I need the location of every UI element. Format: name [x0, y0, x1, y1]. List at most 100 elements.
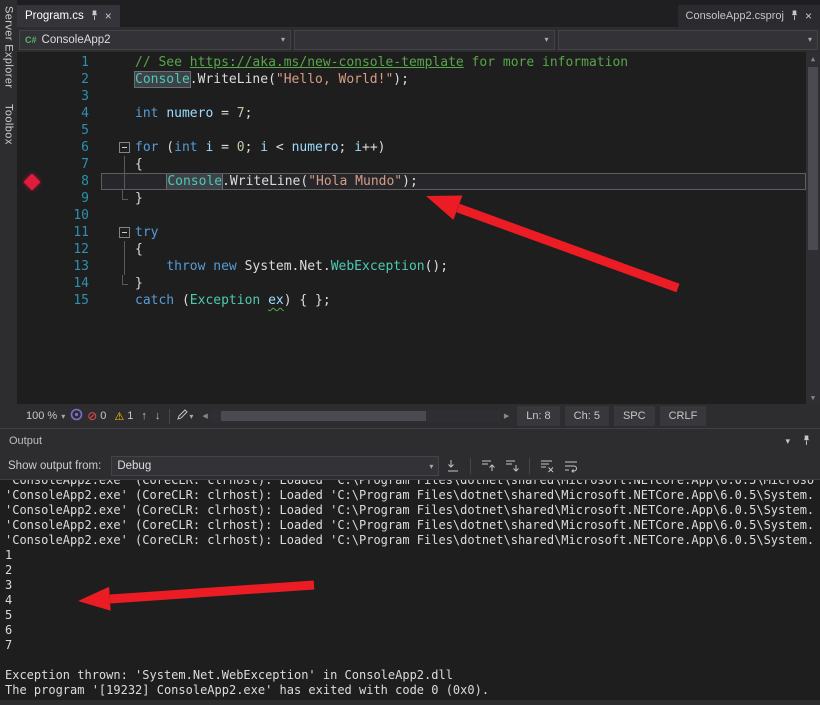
status-line-number[interactable]: Ln: 8	[517, 406, 559, 426]
code-line[interactable]: 14}	[17, 275, 806, 292]
scroll-right-icon[interactable]: ▶	[501, 412, 512, 420]
fold-gutter[interactable]	[101, 71, 135, 88]
code-text: {	[135, 156, 143, 173]
output-source-dropdown[interactable]: Debug ▾	[111, 456, 439, 476]
fold-gutter[interactable]	[101, 88, 135, 105]
breakpoint-margin[interactable]	[17, 190, 47, 207]
scrollbar-track[interactable]	[211, 410, 501, 422]
scrollbar-track[interactable]	[806, 65, 820, 391]
scroll-down-icon[interactable]: ▼	[806, 391, 820, 404]
code-text: throw new System.Net.WebException();	[135, 258, 448, 275]
code-line[interactable]: 15catch (Exception ex) { };	[17, 292, 806, 309]
word-wrap-icon[interactable]	[561, 456, 581, 476]
code-text: Console.WriteLine("Hello, World!");	[135, 71, 409, 88]
code-line[interactable]: 12{	[17, 241, 806, 258]
output-line: 'ConsoleApp2.exe' (CoreCLR: clrhost): Lo…	[5, 479, 820, 488]
code-line[interactable]: 4int numero = 7;	[17, 105, 806, 122]
code-line[interactable]: 2 Console.WriteLine("Hello, World!");	[17, 71, 806, 88]
breakpoint-margin[interactable]	[17, 105, 47, 122]
next-message-icon[interactable]	[502, 456, 522, 476]
breakpoint-margin[interactable]	[17, 241, 47, 258]
fold-gutter[interactable]	[101, 54, 135, 71]
code-line[interactable]: 3	[17, 88, 806, 105]
code-line[interactable]: 8 Console.WriteLine("Hola Mundo");	[17, 173, 806, 190]
breakpoint-margin[interactable]	[17, 224, 47, 241]
status-line-ending[interactable]: CRLF	[660, 406, 707, 426]
output-text[interactable]: 'ConsoleApp2.exe' (CoreCLR: clrhost): Lo…	[0, 479, 820, 700]
breakpoint-margin[interactable]	[17, 275, 47, 292]
previous-issue-icon[interactable]: ↑	[137, 410, 151, 422]
code-cleanup-icon[interactable]	[175, 408, 189, 425]
previous-message-icon[interactable]	[478, 456, 498, 476]
auto-hide-pin-icon[interactable]	[802, 434, 811, 448]
editor-vertical-scrollbar[interactable]: ▲ ▼	[806, 52, 820, 404]
code-line[interactable]: 7{	[17, 156, 806, 173]
fold-gutter[interactable]	[101, 156, 135, 173]
fold-gutter[interactable]	[101, 139, 135, 156]
error-count[interactable]: ⊘ 0	[83, 409, 110, 423]
pin-icon[interactable]	[90, 9, 99, 24]
close-icon[interactable]: ×	[805, 10, 812, 22]
fold-gutter[interactable]	[101, 224, 135, 241]
code-editor[interactable]: 1// See https://aka.ms/new-console-templ…	[17, 52, 820, 404]
breakpoint-margin[interactable]	[17, 54, 47, 71]
breakpoint-margin[interactable]	[17, 139, 47, 156]
fold-gutter[interactable]	[101, 292, 135, 309]
breakpoint-margin[interactable]	[17, 292, 47, 309]
fold-gutter[interactable]	[101, 105, 135, 122]
chevron-down-icon[interactable]: ▾	[189, 412, 193, 421]
breakpoint-margin[interactable]	[17, 71, 47, 88]
zoom-dropdown[interactable]: 100 % ▾	[21, 410, 70, 422]
sidebar-item-server-explorer[interactable]: Server Explorer	[3, 6, 15, 88]
breakpoint-margin[interactable]	[17, 122, 47, 139]
scroll-left-icon[interactable]: ◀	[199, 412, 210, 420]
project-dropdown[interactable]: C# ConsoleApp2 ▾	[19, 30, 291, 50]
tab-consoleapp2-csproj[interactable]: ConsoleApp2.csproj ×	[678, 5, 820, 27]
breakpoint-margin[interactable]	[17, 207, 47, 224]
fold-gutter[interactable]	[101, 241, 135, 258]
fold-collapse-icon[interactable]	[119, 227, 130, 238]
fold-gutter[interactable]	[101, 275, 135, 292]
divider	[169, 409, 170, 424]
fold-collapse-icon[interactable]	[119, 142, 130, 153]
close-icon[interactable]: ×	[105, 10, 112, 22]
window-menu-chevron-icon[interactable]: ▾	[785, 436, 790, 447]
document-health-icon[interactable]	[70, 408, 83, 424]
scrollbar-thumb[interactable]	[221, 411, 426, 421]
fold-gutter[interactable]	[101, 258, 135, 275]
breakpoint-diamond-icon[interactable]	[24, 173, 41, 190]
fold-gutter[interactable]	[101, 207, 135, 224]
fold-gutter[interactable]	[101, 122, 135, 139]
warning-count[interactable]: ⚠ 1	[110, 410, 137, 423]
status-indent-mode[interactable]: SPC	[614, 406, 655, 426]
code-text: }	[135, 275, 143, 292]
find-message-icon[interactable]	[443, 456, 463, 476]
code-line[interactable]: 6for (int i = 0; i < numero; i++)	[17, 139, 806, 156]
code-line[interactable]: 10	[17, 207, 806, 224]
scrollbar-thumb[interactable]	[808, 67, 818, 250]
status-column-number[interactable]: Ch: 5	[565, 406, 609, 426]
tab-program-cs[interactable]: Program.cs ×	[17, 5, 120, 27]
code-line[interactable]: 1// See https://aka.ms/new-console-templ…	[17, 54, 806, 71]
output-panel-header[interactable]: Output ▾	[0, 429, 820, 453]
line-number: 2	[47, 71, 101, 88]
breakpoint-margin[interactable]	[17, 173, 47, 190]
code-line[interactable]: 11try	[17, 224, 806, 241]
breakpoint-margin[interactable]	[17, 156, 47, 173]
code-line[interactable]: 13 throw new System.Net.WebException();	[17, 258, 806, 275]
code-line[interactable]: 5	[17, 122, 806, 139]
horizontal-scrollbar[interactable]: ◀ ▶	[199, 410, 512, 422]
code-line[interactable]: 9}	[17, 190, 806, 207]
sidebar-item-toolbox[interactable]: Toolbox	[3, 104, 15, 145]
clear-all-icon[interactable]	[537, 456, 557, 476]
pin-icon[interactable]	[790, 9, 799, 24]
fold-gutter[interactable]	[101, 190, 135, 207]
breakpoint-margin[interactable]	[17, 258, 47, 275]
next-issue-icon[interactable]: ↓	[151, 410, 165, 422]
scroll-up-icon[interactable]: ▲	[806, 52, 820, 65]
error-icon: ⊘	[87, 409, 97, 423]
breakpoint-margin[interactable]	[17, 88, 47, 105]
member-dropdown[interactable]: ▾	[558, 30, 819, 50]
type-dropdown[interactable]: ▾	[294, 30, 555, 50]
fold-gutter[interactable]	[101, 173, 135, 190]
